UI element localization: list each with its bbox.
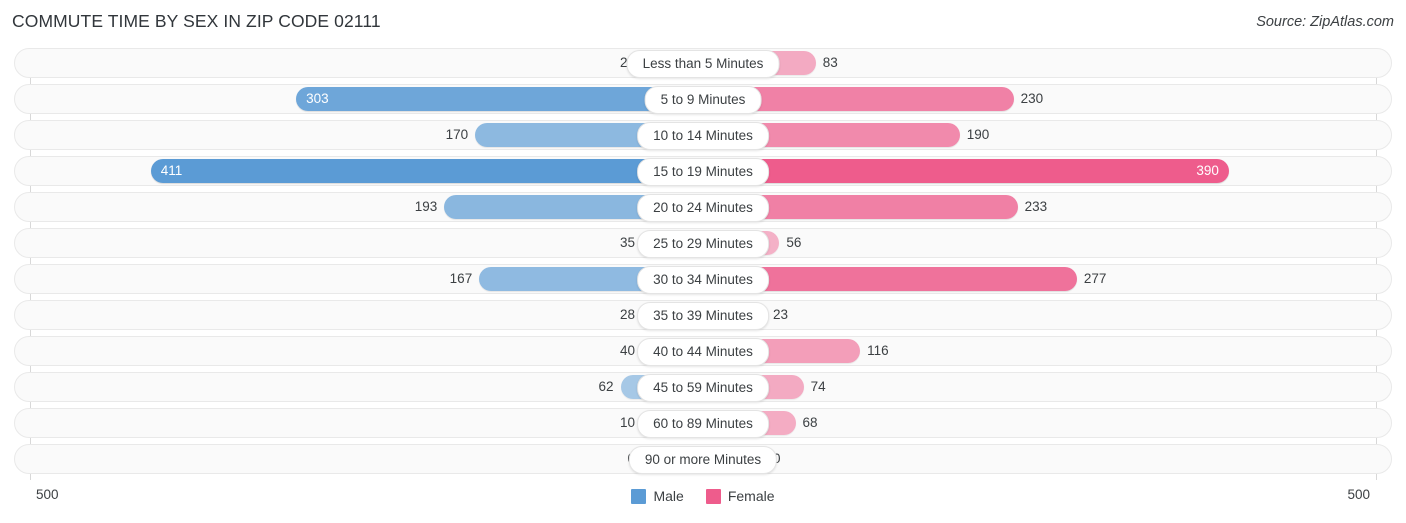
table-row[interactable]: 170 190 10 to 14 Minutes <box>14 120 1392 150</box>
legend-swatch-icon <box>631 488 647 504</box>
table-row[interactable]: 35 56 25 to 29 Minutes <box>14 228 1392 258</box>
bar-value-female: 190 <box>966 127 990 142</box>
table-row[interactable]: 303 230 5 to 9 Minutes <box>14 84 1392 114</box>
category-label-pill: 10 to 14 Minutes <box>637 122 769 150</box>
bar-value-female: 68 <box>802 415 818 430</box>
category-label-pill: 90 or more Minutes <box>628 446 778 474</box>
category-label-pill: 20 to 24 Minutes <box>637 194 769 222</box>
table-row[interactable]: 0090 or more Minutes <box>14 444 1392 474</box>
legend-item[interactable]: Male <box>631 488 684 504</box>
source-attribution: Source: ZipAtlas.com <box>1256 14 1394 30</box>
category-label-pill: 60 to 89 Minutes <box>637 410 769 438</box>
category-label-pill: 30 to 34 Minutes <box>637 266 769 294</box>
bar-value-male: 303 <box>306 91 329 106</box>
category-label-pill: 25 to 29 Minutes <box>637 230 769 258</box>
table-row[interactable]: 40 116 40 to 44 Minutes <box>14 336 1392 366</box>
bar-value-female: 83 <box>822 55 838 70</box>
page-title: COMMUTE TIME BY SEX IN ZIP CODE 02111 <box>12 11 381 31</box>
category-label-pill: 45 to 59 Minutes <box>637 374 769 402</box>
female-bar-wrapper: 390 <box>704 159 1229 183</box>
table-row[interactable]: 2383Less than 5 Minutes <box>14 48 1392 78</box>
category-label-pill: 15 to 19 Minutes <box>637 158 769 186</box>
bar-male[interactable] <box>150 159 704 183</box>
bar-rows-container: 23 83 Less than 5 Minutes 303 230 5 to 9 Minu… <box>0 48 1406 480</box>
bar-value-male: 62 <box>598 379 614 394</box>
male-bar-wrapper: 411 <box>150 159 704 183</box>
bar-value-female: 277 <box>1083 271 1107 286</box>
bar-value-female: 74 <box>810 379 826 394</box>
bar-value-female: 233 <box>1024 199 1048 214</box>
bar-value-male: 167 <box>449 271 473 286</box>
bar-value-female: 116 <box>867 343 889 358</box>
chart-plot-area: 23 83 Less than 5 Minutes 303 230 5 to 9 Minu… <box>0 48 1406 480</box>
bar-value-female: 230 <box>1020 91 1044 106</box>
male-bar-wrapper: 303 <box>296 87 704 111</box>
legend-swatch-icon <box>705 488 721 504</box>
bar-value-female: 390 <box>1196 163 1219 178</box>
legend-label: Male <box>653 488 684 504</box>
category-label-pill: 40 to 44 Minutes <box>637 338 769 366</box>
bar-value-male: 193 <box>414 199 438 214</box>
bar-value-male: 170 <box>445 127 469 142</box>
bar-value-female: 23 <box>773 307 789 322</box>
bar-male[interactable] <box>296 87 704 111</box>
chart-footer: 500 500 Male Female <box>0 480 1406 523</box>
table-row[interactable]: 10 68 60 to 89 Minutes <box>14 408 1392 438</box>
category-label-pill: 5 to 9 Minutes <box>644 86 762 114</box>
bar-female[interactable] <box>704 159 1229 183</box>
legend-label: Female <box>727 488 775 504</box>
table-row[interactable]: 62 74 45 to 59 Minutes <box>14 372 1392 402</box>
table-row[interactable]: 193 233 20 to 24 Minutes <box>14 192 1392 222</box>
table-row[interactable]: 28 23 35 to 39 Minutes <box>14 300 1392 330</box>
category-label-pill: 35 to 39 Minutes <box>637 302 769 330</box>
category-label-pill: Less than 5 Minutes <box>626 50 780 78</box>
legend-item[interactable]: Female <box>705 488 775 504</box>
chart-legend: Male Female <box>0 488 1406 504</box>
bar-value-female: 56 <box>786 235 802 250</box>
bar-value-male: 411 <box>160 163 183 178</box>
chart-header: COMMUTE TIME BY SEX IN ZIP CODE 02111 So… <box>0 0 1406 44</box>
table-row[interactable]: 167 277 30 to 34 Minutes <box>14 264 1392 294</box>
table-row[interactable]: 411 390 15 to 19 Minutes <box>14 156 1392 186</box>
